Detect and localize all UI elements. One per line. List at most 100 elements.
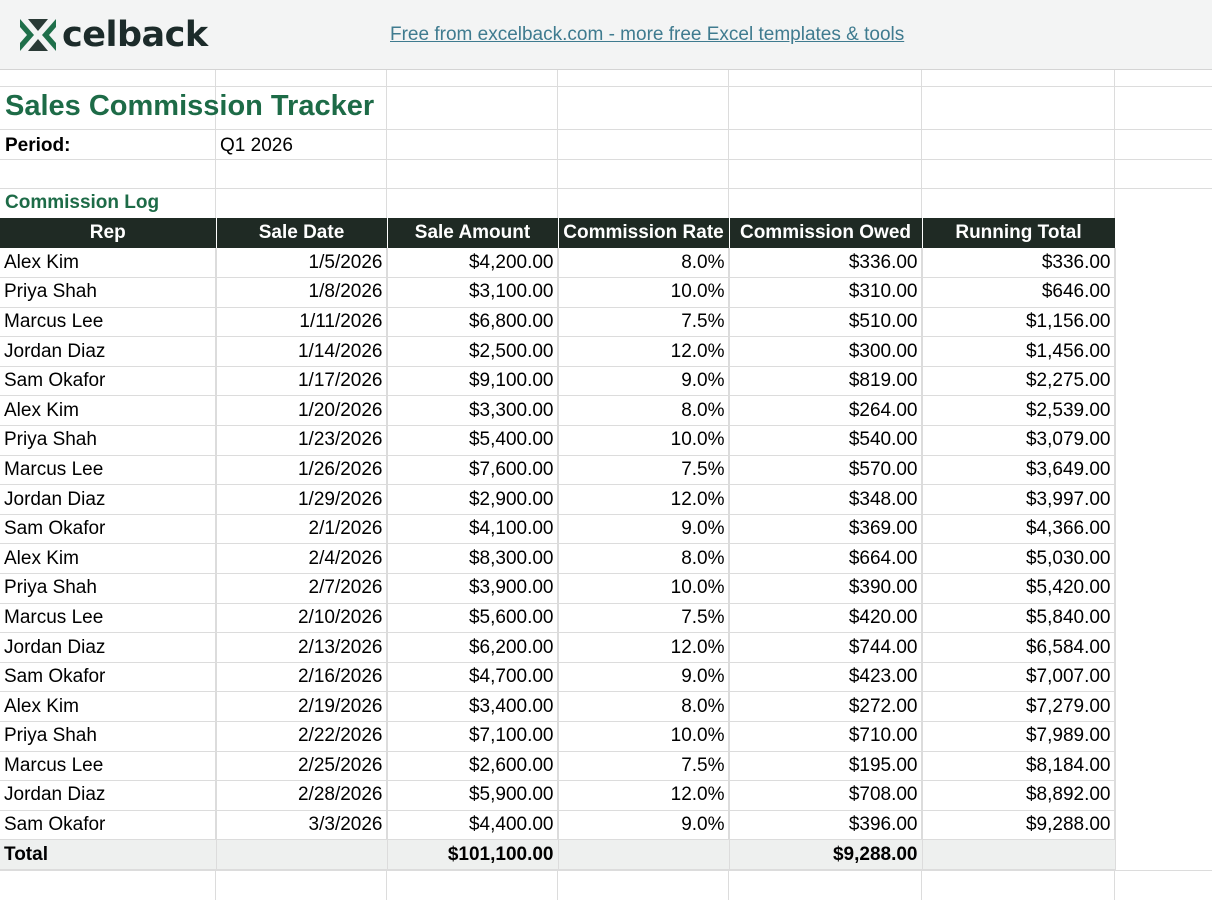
running-total-cell[interactable]: $5,840.00 <box>922 603 1116 634</box>
rep-cell[interactable]: Sam Okafor <box>0 810 217 841</box>
commission-owed-cell[interactable]: $195.00 <box>729 751 923 782</box>
sale-date-cell[interactable]: 2/22/2026 <box>216 721 388 752</box>
commission-rate-cell[interactable]: 10.0% <box>558 277 730 308</box>
rep-cell[interactable]: Marcus Lee <box>0 603 217 634</box>
total-commission-owed-cell[interactable]: $9,288.00 <box>729 839 923 870</box>
rep-cell[interactable]: Sam Okafor <box>0 662 217 693</box>
commission-owed-cell[interactable]: $390.00 <box>729 573 923 604</box>
commission-rate-cell[interactable]: 8.0% <box>558 248 730 279</box>
sale-amount-cell[interactable]: $3,300.00 <box>387 395 559 427</box>
running-total-cell[interactable]: $1,156.00 <box>922 307 1116 338</box>
commission-owed-cell[interactable]: $510.00 <box>729 307 923 338</box>
sale-date-cell[interactable]: 1/29/2026 <box>216 484 388 515</box>
header-rep[interactable]: Rep <box>0 218 217 248</box>
commission-owed-cell[interactable]: $264.00 <box>729 395 923 427</box>
sale-date-cell[interactable]: 2/19/2026 <box>216 691 388 722</box>
running-total-cell[interactable]: $3,997.00 <box>922 484 1116 515</box>
running-total-cell[interactable]: $5,030.00 <box>922 543 1116 575</box>
commission-rate-cell[interactable]: 7.5% <box>558 455 730 486</box>
header-running-total[interactable]: Running Total <box>922 218 1116 248</box>
rep-cell[interactable]: Jordan Diaz <box>0 484 217 515</box>
sale-amount-cell[interactable]: $4,100.00 <box>387 514 559 545</box>
rep-cell[interactable]: Priya Shah <box>0 721 217 752</box>
running-total-cell[interactable]: $2,539.00 <box>922 395 1116 427</box>
excelback-link[interactable]: Free from excelback.com - more free Exce… <box>390 24 904 46</box>
rep-cell[interactable]: Marcus Lee <box>0 751 217 782</box>
commission-rate-cell[interactable]: 12.0% <box>558 484 730 515</box>
commission-owed-cell[interactable]: $710.00 <box>729 721 923 752</box>
sale-amount-cell[interactable]: $3,400.00 <box>387 691 559 722</box>
running-total-cell[interactable]: $3,079.00 <box>922 425 1116 456</box>
header-commission-owed[interactable]: Commission Owed <box>729 218 923 248</box>
sale-amount-cell[interactable]: $2,600.00 <box>387 751 559 782</box>
sale-date-cell[interactable]: 1/20/2026 <box>216 395 388 427</box>
total-sale-date-cell[interactable] <box>216 839 388 870</box>
period-value[interactable]: Q1 2026 <box>220 135 293 157</box>
commission-rate-cell[interactable]: 9.0% <box>558 810 730 841</box>
commission-owed-cell[interactable]: $664.00 <box>729 543 923 575</box>
running-total-cell[interactable]: $1,456.00 <box>922 336 1116 367</box>
rep-cell[interactable]: Marcus Lee <box>0 455 217 486</box>
sale-amount-cell[interactable]: $5,600.00 <box>387 603 559 634</box>
sale-amount-cell[interactable]: $7,100.00 <box>387 721 559 752</box>
sale-date-cell[interactable]: 2/4/2026 <box>216 543 388 575</box>
rep-cell[interactable]: Sam Okafor <box>0 366 217 397</box>
sale-amount-cell[interactable]: $7,600.00 <box>387 455 559 486</box>
sale-amount-cell[interactable]: $2,900.00 <box>387 484 559 515</box>
sale-amount-cell[interactable]: $6,200.00 <box>387 632 559 663</box>
running-total-cell[interactable]: $7,007.00 <box>922 662 1116 693</box>
commission-rate-cell[interactable]: 10.0% <box>558 425 730 456</box>
total-commission-rate-cell[interactable] <box>558 839 730 870</box>
commission-rate-cell[interactable]: 9.0% <box>558 514 730 545</box>
running-total-cell[interactable]: $6,584.00 <box>922 632 1116 663</box>
sale-date-cell[interactable]: 3/3/2026 <box>216 810 388 841</box>
header-sale-amount[interactable]: Sale Amount <box>387 218 559 248</box>
sale-date-cell[interactable]: 1/26/2026 <box>216 455 388 486</box>
commission-owed-cell[interactable]: $420.00 <box>729 603 923 634</box>
header-sale-date[interactable]: Sale Date <box>216 218 388 248</box>
sale-date-cell[interactable]: 2/10/2026 <box>216 603 388 634</box>
sale-date-cell[interactable]: 1/17/2026 <box>216 366 388 397</box>
commission-rate-cell[interactable]: 9.0% <box>558 662 730 693</box>
rep-cell[interactable]: Jordan Diaz <box>0 780 217 811</box>
sale-date-cell[interactable]: 1/14/2026 <box>216 336 388 367</box>
sale-amount-cell[interactable]: $6,800.00 <box>387 307 559 338</box>
sale-amount-cell[interactable]: $3,100.00 <box>387 277 559 308</box>
rep-cell[interactable]: Alex Kim <box>0 691 217 722</box>
commission-rate-cell[interactable]: 10.0% <box>558 573 730 604</box>
total-running-total-cell[interactable] <box>922 839 1116 870</box>
sale-amount-cell[interactable]: $5,400.00 <box>387 425 559 456</box>
sale-amount-cell[interactable]: $4,200.00 <box>387 248 559 279</box>
running-total-cell[interactable]: $336.00 <box>922 248 1116 279</box>
sale-amount-cell[interactable]: $3,900.00 <box>387 573 559 604</box>
sale-date-cell[interactable]: 2/1/2026 <box>216 514 388 545</box>
commission-owed-cell[interactable]: $540.00 <box>729 425 923 456</box>
commission-rate-cell[interactable]: 12.0% <box>558 336 730 367</box>
sale-amount-cell[interactable]: $4,400.00 <box>387 810 559 841</box>
commission-rate-cell[interactable]: 7.5% <box>558 751 730 782</box>
running-total-cell[interactable]: $646.00 <box>922 277 1116 308</box>
commission-rate-cell[interactable]: 12.0% <box>558 632 730 663</box>
commission-owed-cell[interactable]: $310.00 <box>729 277 923 308</box>
commission-owed-cell[interactable]: $336.00 <box>729 248 923 279</box>
sale-date-cell[interactable]: 2/25/2026 <box>216 751 388 782</box>
commission-rate-cell[interactable]: 7.5% <box>558 603 730 634</box>
sale-amount-cell[interactable]: $8,300.00 <box>387 543 559 575</box>
sale-date-cell[interactable]: 1/5/2026 <box>216 248 388 279</box>
rep-cell[interactable]: Jordan Diaz <box>0 632 217 663</box>
total-sale-amount-cell[interactable]: $101,100.00 <box>387 839 559 870</box>
sale-date-cell[interactable]: 1/8/2026 <box>216 277 388 308</box>
running-total-cell[interactable]: $4,366.00 <box>922 514 1116 545</box>
running-total-cell[interactable]: $3,649.00 <box>922 455 1116 486</box>
rep-cell[interactable]: Marcus Lee <box>0 307 217 338</box>
running-total-cell[interactable]: $5,420.00 <box>922 573 1116 604</box>
sale-amount-cell[interactable]: $4,700.00 <box>387 662 559 693</box>
sale-date-cell[interactable]: 2/28/2026 <box>216 780 388 811</box>
commission-owed-cell[interactable]: $348.00 <box>729 484 923 515</box>
commission-rate-cell[interactable]: 8.0% <box>558 395 730 427</box>
running-total-cell[interactable]: $7,989.00 <box>922 721 1116 752</box>
rep-cell[interactable]: Priya Shah <box>0 573 217 604</box>
rep-cell[interactable]: Alex Kim <box>0 543 217 575</box>
total-rep-cell[interactable]: Total <box>0 839 217 870</box>
commission-owed-cell[interactable]: $396.00 <box>729 810 923 841</box>
